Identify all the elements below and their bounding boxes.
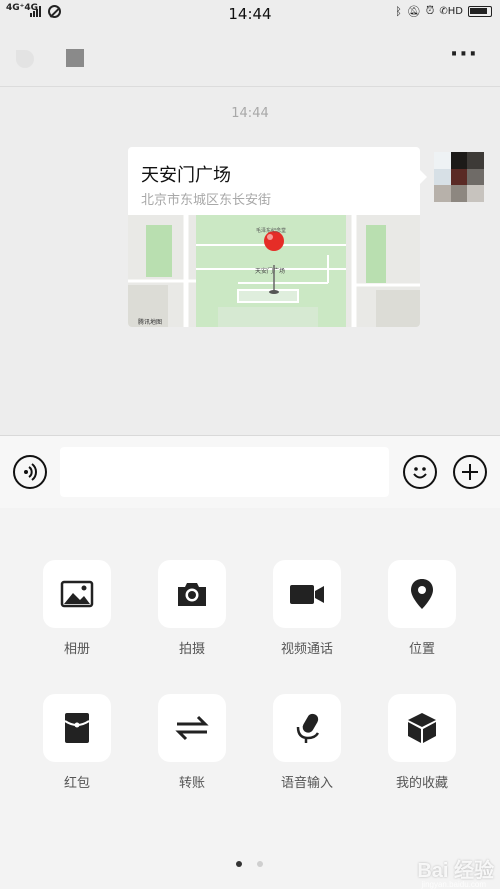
camera-button[interactable] xyxy=(158,560,226,628)
tile-location[interactable]: 位置 xyxy=(382,560,462,657)
input-bar xyxy=(0,435,500,509)
watermark-url: jingyan.baidu.com xyxy=(421,880,486,889)
voice-icon xyxy=(24,463,37,481)
red-packet-icon xyxy=(64,713,90,743)
video-call-icon xyxy=(290,585,324,604)
bluetooth-icon: ᛒ xyxy=(395,4,402,18)
chat-header: ··· xyxy=(0,30,500,87)
status-icons: ᛒ 🔕︎ ⏰︎ ✆HD xyxy=(395,4,492,18)
avatar[interactable] xyxy=(434,152,484,202)
more-options-icon[interactable]: ··· xyxy=(450,44,478,66)
tile-label: 拍摄 xyxy=(178,642,205,657)
emoji-button[interactable] xyxy=(403,455,437,489)
tile-camera[interactable]: 拍摄 xyxy=(152,560,232,657)
hd-label: HD xyxy=(447,5,463,17)
tile-label: 相册 xyxy=(63,642,90,657)
photo-album-icon xyxy=(60,580,94,608)
attachment-panel: 相册 拍摄 视频通话 位置 红包 转账 语音输入 我的收藏 xyxy=(0,508,500,889)
tile-voice-input[interactable]: 语音输入 xyxy=(267,694,347,791)
emoji-icon xyxy=(413,467,427,479)
location-icon xyxy=(411,579,433,609)
tile-photo-album[interactable]: 相册 xyxy=(37,560,117,657)
tile-label: 位置 xyxy=(408,642,435,657)
tile-label: 转账 xyxy=(178,776,205,791)
contact-name-placeholder xyxy=(66,49,84,67)
battery-icon xyxy=(468,5,492,17)
tile-label: 红包 xyxy=(63,776,90,791)
page-dot[interactable] xyxy=(257,861,263,867)
tile-label: 语音输入 xyxy=(280,776,333,791)
video-call-button[interactable] xyxy=(273,560,341,628)
location-address: 北京市东城区东长安街 xyxy=(141,193,272,208)
back-icon[interactable] xyxy=(16,50,34,68)
photo-album-button[interactable] xyxy=(43,560,111,628)
message-input[interactable] xyxy=(60,447,389,497)
map-preview[interactable]: 毛泽东纪念堂 天安门广场 腾讯地图 xyxy=(128,215,420,327)
voice-input-button[interactable] xyxy=(273,694,341,762)
tile-red-packet[interactable]: 红包 xyxy=(37,694,117,791)
tile-label: 视频通话 xyxy=(280,642,333,657)
alarm-icon: ⏰︎ xyxy=(425,4,435,17)
transfer-icon xyxy=(175,715,209,741)
message-timestamp: 14:44 xyxy=(231,106,269,121)
tile-transfer[interactable]: 转账 xyxy=(152,694,232,791)
plus-icon xyxy=(462,464,478,480)
favorites-icon xyxy=(408,713,436,743)
mute-bell-icon: 🔕︎ xyxy=(406,4,421,18)
map-poi-label: 毛泽东纪念堂 xyxy=(256,228,287,234)
bubble-tail xyxy=(420,170,427,184)
tile-video-call[interactable]: 视频通话 xyxy=(267,560,347,657)
map-pin-label: 天安门广场 xyxy=(255,268,286,275)
location-message-card[interactable]: 天安门广场 北京市东城区东长安街 毛泽东纪念堂 天安门广场 腾讯地图 xyxy=(128,147,420,327)
watermark-logo: Bai 经验 xyxy=(417,860,494,882)
status-bar: 4G⁺4G 14:44 ᛒ 🔕︎ ⏰︎ ✆HD xyxy=(0,0,500,28)
transfer-button[interactable] xyxy=(158,694,226,762)
location-button[interactable] xyxy=(388,560,456,628)
map-brand-label: 腾讯地图 xyxy=(138,319,163,326)
more-functions-button[interactable] xyxy=(453,455,487,489)
camera-icon xyxy=(178,583,206,606)
microphone-icon xyxy=(296,713,320,743)
hd-call-icon: ✆HD xyxy=(439,5,463,17)
tile-favorites[interactable]: 我的收藏 xyxy=(382,694,462,791)
red-packet-button[interactable] xyxy=(43,694,111,762)
location-title: 天安门广场 xyxy=(141,165,231,186)
voice-toggle-button[interactable] xyxy=(13,455,47,489)
page-dot-active[interactable] xyxy=(236,861,242,867)
favorites-button[interactable] xyxy=(388,694,456,762)
tile-label: 我的收藏 xyxy=(395,776,448,791)
